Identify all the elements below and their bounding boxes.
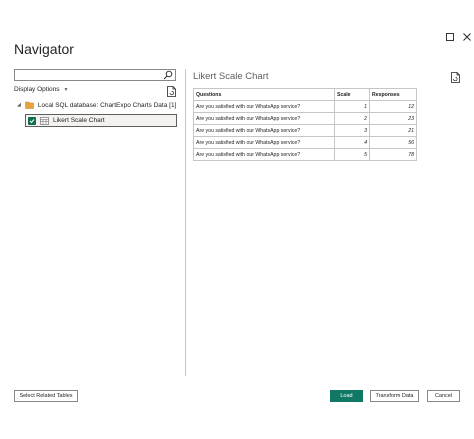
checkbox[interactable] [28, 116, 36, 125]
cell-scale: 1 [334, 100, 370, 113]
load-button[interactable]: Load [330, 390, 363, 402]
cell-responses: 56 [369, 136, 417, 149]
table-row: Are you satisfied with our WhatsApp serv… [193, 100, 417, 113]
cancel-button[interactable]: Cancel [427, 390, 460, 402]
maximize-icon [446, 33, 454, 41]
cell-question: Are you satisfied with our WhatsApp serv… [193, 136, 335, 149]
column-header-scale[interactable]: Scale [334, 88, 370, 101]
cell-scale: 3 [334, 124, 370, 137]
display-options-label: Display Options [14, 86, 60, 93]
table-icon [40, 116, 49, 125]
close-button[interactable] [461, 31, 473, 43]
tree-database-node[interactable]: ◢ Local SQL database: ChartExpo Charts D… [17, 101, 176, 109]
table-row: Are you satisfied with our WhatsApp serv… [193, 112, 417, 125]
cell-responses: 12 [369, 100, 417, 113]
preview-table: Questions Scale Responses Are you satisf… [193, 88, 417, 161]
cell-responses: 78 [369, 148, 417, 161]
cell-question: Are you satisfied with our WhatsApp serv… [193, 124, 335, 137]
expand-collapse-icon[interactable]: ◢ [17, 102, 21, 108]
cell-question: Are you satisfied with our WhatsApp serv… [193, 112, 335, 125]
preview-title: Likert Scale Chart [193, 71, 269, 82]
transform-data-button[interactable]: Transform Data [370, 390, 419, 402]
close-icon [463, 33, 471, 41]
cell-question: Are you satisfied with our WhatsApp serv… [193, 148, 335, 161]
select-related-tables-button[interactable]: Select Related Tables [14, 390, 78, 402]
search-icon[interactable] [163, 70, 173, 80]
document-icon[interactable] [451, 72, 460, 83]
folder-icon [25, 101, 34, 109]
table-header-row: Questions Scale Responses [193, 88, 417, 101]
search-input[interactable] [17, 70, 161, 80]
search-box[interactable] [14, 69, 176, 81]
cell-scale: 4 [334, 136, 370, 149]
tree-item-label: Likert Scale Chart [53, 117, 105, 124]
checkmark-icon [29, 118, 35, 123]
chevron-down-icon: ▼ [63, 86, 69, 93]
tree-item-likert-scale-chart[interactable]: Likert Scale Chart [25, 114, 177, 127]
cell-scale: 2 [334, 112, 370, 125]
database-label: Local SQL database: ChartExpo Charts Dat… [37, 101, 177, 109]
column-header-responses[interactable]: Responses [369, 88, 417, 101]
column-header-questions[interactable]: Questions [193, 88, 335, 101]
cell-responses: 21 [369, 124, 417, 137]
dialog-title: Navigator [14, 41, 74, 57]
cell-responses: 23 [369, 112, 417, 125]
maximize-button[interactable] [444, 31, 456, 43]
pane-divider[interactable] [185, 69, 186, 376]
table-row: Are you satisfied with our WhatsApp serv… [193, 124, 417, 137]
table-row: Are you satisfied with our WhatsApp serv… [193, 148, 417, 161]
display-options-dropdown[interactable]: Display Options ▼ [14, 86, 68, 93]
refresh-file-icon[interactable] [167, 86, 176, 97]
cell-scale: 5 [334, 148, 370, 161]
table-row: Are you satisfied with our WhatsApp serv… [193, 136, 417, 149]
cell-question: Are you satisfied with our WhatsApp serv… [193, 100, 335, 113]
